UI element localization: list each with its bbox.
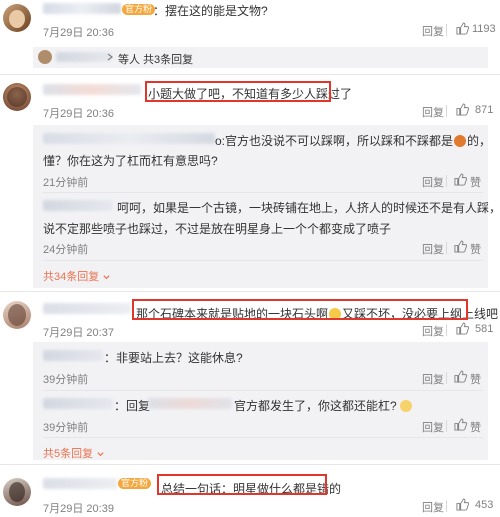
reply-button[interactable]: 回复 [422, 174, 444, 190]
comment-time: 7月29日 20:36 [43, 108, 114, 120]
reply-button[interactable]: 回复 [422, 419, 444, 435]
divider [0, 291, 500, 292]
reply-time: 39分钟前 [43, 422, 89, 434]
reply-button[interactable]: 回复 [422, 499, 444, 515]
divider [446, 420, 447, 432]
divider [446, 105, 447, 117]
reply-target-blurred[interactable] [148, 398, 232, 409]
divider [43, 390, 483, 391]
avatar[interactable] [3, 478, 31, 506]
view-all-replies-text: 共34条回复 [43, 271, 100, 283]
divider [446, 500, 447, 512]
divider [446, 324, 447, 336]
reply-text-line2: 懂？你在这为了杠而杠有意思吗? [43, 154, 218, 168]
like-label[interactable]: 赞 [470, 241, 481, 257]
reply-summary-text: 等人 共3条回复 [118, 54, 194, 66]
reply-time: 21分钟前 [43, 177, 89, 189]
like-count[interactable]: 1193 [472, 23, 496, 35]
reply-text-line1: 呵呵，如果是一个古镜，一块砖铺在地上，人挤人的时候还不是有人踩， [117, 201, 500, 215]
reply-time: 24分钟前 [43, 244, 89, 256]
comment-time: 7月29日 20:39 [43, 503, 114, 515]
reply-button[interactable]: 回复 [422, 104, 444, 120]
like-icon[interactable] [456, 322, 469, 335]
avatar[interactable] [3, 4, 31, 32]
username-blurred[interactable] [43, 478, 117, 489]
reply-text-line2: 说不定那些喷子也踩过，不过是放在明星身上一个个都变成了喷子 [43, 222, 392, 236]
reply-text: 官方都发生了，你这都还能杠? [234, 397, 412, 414]
comment-time: 7月29日 20:37 [43, 327, 114, 339]
comment-time: 7月29日 20:36 [43, 27, 114, 39]
reply-summary-link[interactable]: 等人 共3条回复 [118, 51, 193, 67]
chevron-down-icon [96, 450, 105, 459]
view-all-replies-link[interactable]: 共5条回复 [43, 445, 105, 461]
like-label[interactable]: 赞 [470, 371, 481, 387]
reply-username-blurred[interactable] [43, 133, 215, 144]
avatar[interactable] [3, 301, 31, 329]
divider [43, 192, 483, 193]
chevron-icon [106, 52, 116, 62]
reply-text-line1: o:官方也没说不可以踩啊，所以踩和不踩都是 [215, 134, 454, 148]
reply-button[interactable]: 回复 [422, 371, 444, 387]
like-count[interactable]: 871 [475, 104, 493, 116]
divider [0, 464, 500, 465]
like-label[interactable]: 赞 [470, 419, 481, 435]
like-count[interactable]: 453 [475, 499, 493, 511]
divider [0, 74, 500, 75]
divider [446, 372, 447, 384]
reply-button[interactable]: 回复 [422, 241, 444, 257]
highlight-box [145, 81, 331, 102]
reply-button[interactable]: 回复 [422, 23, 444, 39]
chevron-down-icon [102, 273, 111, 282]
like-label[interactable]: 赞 [470, 174, 481, 190]
reply-username-blurred[interactable] [43, 350, 103, 361]
reply-button[interactable]: 回复 [422, 323, 444, 339]
like-icon[interactable] [454, 418, 467, 431]
emoji-icon [454, 135, 467, 147]
view-all-replies-link[interactable]: 共34条回复 [43, 268, 111, 284]
avatar[interactable] [3, 83, 31, 111]
username-blurred[interactable] [43, 84, 141, 95]
like-icon[interactable] [456, 103, 469, 116]
like-count[interactable]: 581 [475, 323, 493, 335]
divider [43, 260, 483, 261]
username-blurred[interactable] [43, 3, 121, 14]
divider [446, 175, 447, 187]
username-blurred[interactable] [43, 303, 131, 314]
reply-text-main: 官方都发生了，你这都还能杠? [234, 399, 397, 413]
reply-time: 39分钟前 [43, 374, 89, 386]
view-all-replies-text: 共5条回复 [43, 448, 94, 460]
comment-text: ：摆在这的能是文物? [153, 4, 268, 18]
fan-badge: 官方粉 [118, 478, 152, 489]
sub-avatar-stack [38, 50, 116, 64]
divider [446, 242, 447, 254]
highlight-box [157, 474, 327, 495]
like-icon[interactable] [454, 240, 467, 253]
like-icon[interactable] [456, 22, 469, 35]
like-icon[interactable] [454, 173, 467, 186]
reply-username-blurred[interactable] [43, 398, 113, 409]
like-icon[interactable] [454, 370, 467, 383]
reply-text: ：非要站上去？这能休息? [104, 351, 243, 365]
divider [446, 24, 447, 36]
emoji-icon [399, 400, 412, 412]
reply-username-blurred[interactable] [43, 200, 113, 211]
highlight-box [132, 299, 468, 320]
like-icon[interactable] [456, 498, 469, 511]
reply-text: o:官方也没说不可以踩啊，所以踩和不踩都是 的， [215, 132, 491, 149]
fan-badge: 官方粉 [122, 4, 156, 15]
reply-text-line1-tail: 的， [467, 134, 492, 148]
divider [43, 437, 483, 438]
reply-text-prefix: ：回复 [114, 399, 151, 413]
